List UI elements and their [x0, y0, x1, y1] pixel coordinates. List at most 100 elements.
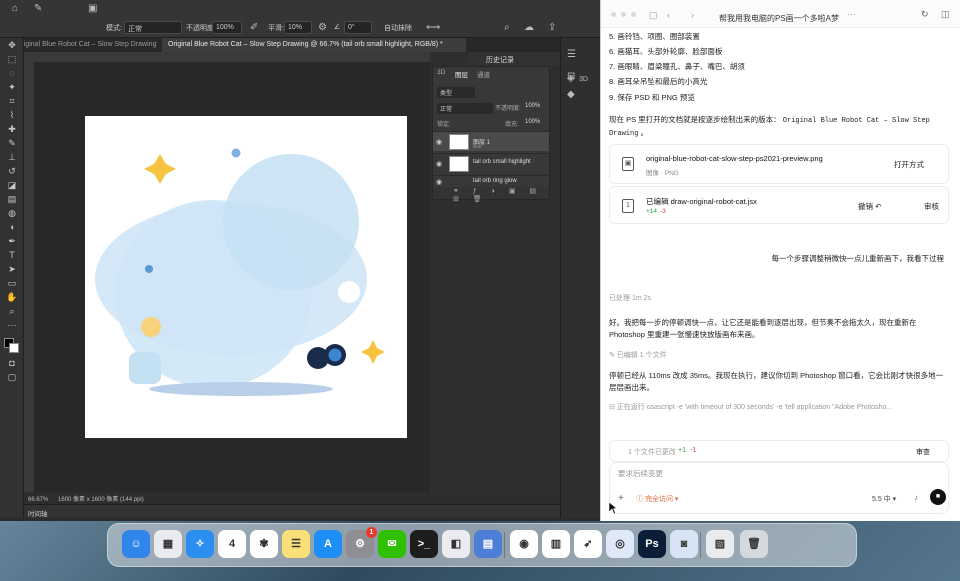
minimize-window-button[interactable]	[621, 12, 626, 17]
stamp-tool-icon[interactable]: ⊥	[5, 152, 19, 163]
history-brush-icon[interactable]: ↺	[5, 166, 19, 177]
share-icon[interactable]: ⇪	[548, 23, 556, 33]
attach-plus-icon[interactable]: +	[618, 493, 624, 504]
zoom-level[interactable]: 66.67%	[28, 497, 48, 503]
swift-icon[interactable]: ➶	[574, 530, 602, 558]
angle-icon[interactable]: ∠	[334, 23, 340, 31]
pinwheel-icon[interactable]: ✾	[250, 530, 278, 558]
wechat-icon[interactable]: ✉	[378, 530, 406, 558]
preview-icon[interactable]: ▤	[474, 530, 502, 558]
access-mode-button[interactable]: ⓘ 完全访问 ▾	[636, 494, 678, 504]
review-button[interactable]: 审核	[924, 201, 939, 212]
dodge-tool-icon[interactable]: ◖	[5, 222, 19, 233]
blur-tool-icon[interactable]: ◍	[5, 208, 19, 219]
magic-wand-icon[interactable]: ✦	[5, 82, 19, 93]
brush-tool-icon[interactable]: ✎	[5, 138, 19, 149]
more-tools-icon[interactable]: ···	[5, 320, 19, 331]
history-panel-header[interactable]: 历史记录	[468, 52, 560, 66]
layer-opacity-value[interactable]: 100%	[525, 103, 540, 109]
trash-icon[interactable]: 🗑	[740, 530, 768, 558]
auto-erase-label[interactable]: 自动抹除	[384, 23, 412, 33]
file-card[interactable]: ▣ original-blue-robot-cat-slow-step-ps20…	[609, 144, 949, 184]
smoothing-field[interactable]: 10%	[284, 21, 312, 34]
open-with-button[interactable]: 打开方式	[894, 159, 924, 170]
cube-icon[interactable]: ◈	[567, 74, 575, 84]
calendar-icon[interactable]: 4	[218, 530, 246, 558]
layers-icon[interactable]: ◆	[567, 90, 575, 100]
tab-3d[interactable]: 3D	[437, 69, 445, 76]
composer-input[interactable]: 要求后续变更	[618, 468, 663, 479]
move-tool-icon[interactable]: ✥	[5, 40, 19, 51]
angle-field[interactable]: 0°	[344, 21, 372, 34]
blend-mode-select[interactable]: 正常	[437, 103, 493, 114]
close-window-button[interactable]	[611, 12, 616, 17]
cloud-icon[interactable]: ☁	[524, 23, 534, 33]
photoshop-icon[interactable]: Ps	[638, 530, 666, 558]
model-select[interactable]: 5.5 中 ▾	[872, 494, 896, 504]
gear-icon[interactable]: ⚙	[318, 23, 327, 33]
path-select-icon[interactable]: ➤	[5, 264, 19, 275]
crop-tool-icon[interactable]: ⌗	[5, 96, 19, 107]
microphone-icon[interactable]: ♪	[914, 493, 918, 502]
robot-icon[interactable]: ◙	[670, 530, 698, 558]
brush-panel-icon[interactable]: ▣	[88, 4, 97, 14]
zoom-tool-icon[interactable]: ⌕	[5, 306, 19, 317]
back-icon[interactable]: ‹	[667, 10, 670, 20]
mode-select[interactable]: 正常	[124, 21, 182, 34]
edit-card[interactable]: 1 已编辑 draw-original-robot-cat.jsx +14 -3…	[609, 186, 949, 224]
eyedropper-icon[interactable]: ⌇	[5, 110, 19, 121]
screen-mode-icon[interactable]: ▢	[5, 372, 19, 383]
downloads-icon[interactable]: ▧	[706, 530, 734, 558]
tab-channels[interactable]: 通道	[477, 69, 490, 79]
home-icon[interactable]: ⌂	[12, 4, 18, 14]
visibility-eye-icon[interactable]: ◉	[436, 178, 442, 185]
marquee-tool-icon[interactable]: ⬚	[5, 54, 19, 65]
timeline-label[interactable]: 时间轴	[28, 508, 48, 518]
doc-tab-1[interactable]: Original Blue Robot Cat – Slow Step Draw…	[10, 38, 160, 52]
doc-tab-2[interactable]: Original Blue Robot Cat – Slow Step Draw…	[162, 38, 466, 52]
finder-icon[interactable]: ☺	[122, 530, 150, 558]
stop-button[interactable]: ■	[930, 489, 946, 505]
terminal-icon[interactable]: >_	[410, 530, 438, 558]
visibility-eye-icon[interactable]: ◉	[436, 138, 442, 146]
history-icon[interactable]: ☰	[567, 50, 576, 60]
layer-row[interactable]: ◉ 图层 1 Blur	[433, 131, 549, 151]
zoom-window-button[interactable]	[631, 12, 636, 17]
opacity-field[interactable]: 100%	[212, 21, 242, 34]
edited-files-note[interactable]: ✎ 已编辑 1 个文件	[609, 350, 667, 360]
pressure-opacity-icon[interactable]: ✐	[250, 23, 258, 33]
sidebar-toggle-icon[interactable]: ▢	[649, 10, 658, 21]
layer-kind-filter[interactable]: 类型	[437, 87, 475, 98]
safari-icon[interactable]: ✧	[186, 530, 214, 558]
layer-row[interactable]: ◉ tail orb small highlight	[433, 153, 549, 173]
search-icon[interactable]: ⌕	[504, 23, 510, 33]
launchpad-icon[interactable]: ▦	[154, 530, 182, 558]
document-canvas[interactable]	[85, 116, 407, 438]
visibility-eye-icon[interactable]: ◉	[436, 160, 442, 168]
pen-tool-icon[interactable]: ✒	[5, 236, 19, 247]
gradient-tool-icon[interactable]: ▤	[5, 194, 19, 205]
shape-tool-icon[interactable]: ▭	[5, 278, 19, 289]
tools-icon[interactable]: ◧	[442, 530, 470, 558]
processed-time[interactable]: 已处理 1m 2s	[609, 293, 651, 303]
undo-button[interactable]: 撤销 ↶	[858, 201, 881, 212]
fill-value[interactable]: 100%	[525, 119, 540, 125]
layer-actions-bar[interactable]: ⚭ ƒ ◑ ▣ ▤ ⊞ 🗑	[433, 187, 549, 203]
eraser-tool-icon[interactable]: ◪	[5, 180, 19, 191]
footer-review-button[interactable]: 审查	[916, 447, 930, 457]
layer-row[interactable]: ◉ tail orb ring glow	[433, 175, 549, 185]
tab-layers[interactable]: 图层	[455, 69, 468, 79]
codex-icon[interactable]: ◎	[606, 530, 634, 558]
forward-icon[interactable]: ›	[691, 10, 694, 20]
refresh-icon[interactable]: ↻	[921, 9, 929, 20]
chrome-icon[interactable]: ◉	[510, 530, 538, 558]
appstore-icon[interactable]: A	[314, 530, 342, 558]
notes-icon[interactable]: ☰	[282, 530, 310, 558]
background-color-swatch[interactable]	[9, 343, 19, 353]
more-icon[interactable]: ···	[847, 9, 856, 19]
hand-tool-icon[interactable]: ✋	[5, 292, 19, 303]
file-name[interactable]: original-blue-robot-cat-slow-step-ps2021…	[646, 154, 823, 163]
symmetry-icon[interactable]: ⟷	[426, 23, 440, 33]
sheets-icon[interactable]: ▥	[542, 530, 570, 558]
type-tool-icon[interactable]: T	[5, 250, 19, 261]
